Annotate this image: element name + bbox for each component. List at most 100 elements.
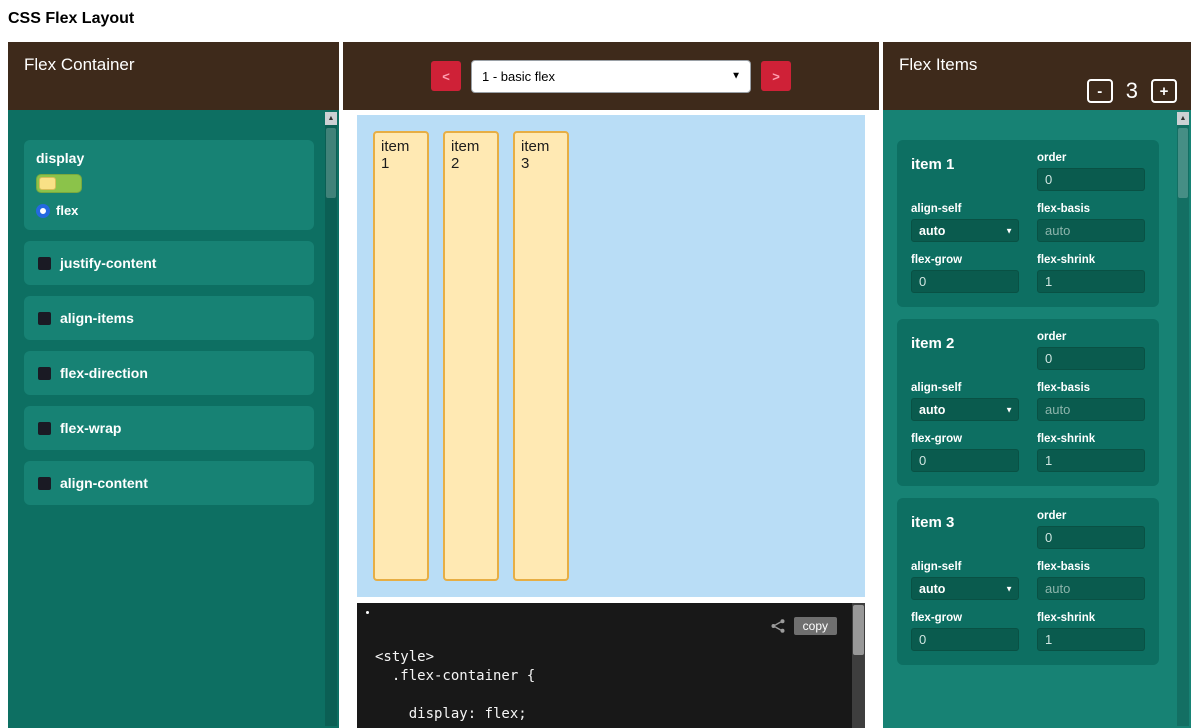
flex-shrink-field: flex-shrink (1037, 254, 1145, 293)
order-input[interactable] (1037, 526, 1145, 549)
align-self-select[interactable]: auto (911, 219, 1019, 242)
flex-shrink-label: flex-shrink (1037, 433, 1145, 445)
flex-shrink-field: flex-shrink (1037, 433, 1145, 472)
toggle-align-content[interactable]: align-content (24, 461, 314, 505)
order-label: order (1037, 331, 1145, 343)
order-field: order (1037, 331, 1145, 370)
example-select-wrap: 1 - basic flex ▼ (471, 60, 751, 93)
flex-shrink-label: flex-shrink (1037, 612, 1145, 624)
flex-basis-field: flex-basis (1037, 382, 1145, 421)
share-icon[interactable] (770, 618, 786, 634)
scroll-thumb[interactable] (853, 605, 864, 655)
display-label: display (36, 150, 302, 166)
order-label: order (1037, 510, 1145, 522)
add-item-button[interactable]: + (1151, 79, 1177, 103)
example-select[interactable]: 1 - basic flex (471, 60, 751, 93)
flex-items-panel-body: item 1 order align-self auto ▼ (883, 110, 1191, 728)
toggle-label: align-content (60, 475, 148, 491)
toggle-label: align-items (60, 310, 134, 326)
flex-basis-field: flex-basis (1037, 203, 1145, 242)
checkbox-icon[interactable] (38, 422, 51, 435)
flex-basis-input[interactable] (1037, 219, 1145, 242)
display-section: display flex (24, 140, 314, 230)
flex-container-panel-body: display flex justify-content align-items (8, 110, 339, 728)
flex-shrink-input[interactable] (1037, 628, 1145, 651)
align-self-label: align-self (911, 382, 1019, 394)
right-panel-scrollbar[interactable]: ▲ (1177, 112, 1189, 726)
toggle-align-items[interactable]: align-items (24, 296, 314, 340)
align-self-label: align-self (911, 203, 1019, 215)
flex-items-panel-header: Flex Items - 3 + (883, 42, 1191, 110)
flex-basis-input[interactable] (1037, 577, 1145, 600)
toggle-justify-content[interactable]: justify-content (24, 241, 314, 285)
flex-item: item 3 (513, 131, 569, 581)
flex-basis-input[interactable] (1037, 398, 1145, 421)
item-count-controls: - 3 + (1087, 78, 1177, 104)
prev-example-button[interactable]: < (431, 61, 461, 91)
flex-radio[interactable] (36, 204, 50, 218)
flex-grow-input[interactable] (911, 628, 1019, 651)
remove-item-button[interactable]: - (1087, 79, 1113, 103)
align-self-select[interactable]: auto (911, 398, 1019, 421)
scroll-thumb[interactable] (326, 128, 336, 198)
app-title: CSS Flex Layout (0, 0, 1199, 42)
cursor-dot (366, 611, 369, 614)
toggle-flex-wrap[interactable]: flex-wrap (24, 406, 314, 450)
example-nav-bar: < 1 - basic flex ▼ > (343, 42, 879, 110)
toggle-flex-direction[interactable]: flex-direction (24, 351, 314, 395)
left-panel-scrollbar[interactable]: ▲ (325, 112, 337, 726)
checkbox-icon[interactable] (38, 477, 51, 490)
display-toggle[interactable] (36, 174, 82, 193)
toggle-label: flex-direction (60, 365, 148, 381)
item-card-title: item 3 (911, 510, 1019, 549)
flex-grow-field: flex-grow (911, 612, 1019, 651)
flex-preview-container: item 1 item 2 item 3 (357, 115, 865, 597)
flex-shrink-input[interactable] (1037, 449, 1145, 472)
flex-radio-label: flex (56, 203, 78, 218)
order-input[interactable] (1037, 347, 1145, 370)
flex-grow-field: flex-grow (911, 254, 1019, 293)
flex-grow-input[interactable] (911, 449, 1019, 472)
checkbox-icon[interactable] (38, 312, 51, 325)
checkbox-icon[interactable] (38, 367, 51, 380)
order-field: order (1037, 510, 1145, 549)
display-flex-radio-row[interactable]: flex (36, 203, 302, 218)
flex-grow-label: flex-grow (911, 254, 1019, 266)
flex-shrink-label: flex-shrink (1037, 254, 1145, 266)
align-self-label: align-self (911, 561, 1019, 573)
scroll-up-button[interactable]: ▲ (1177, 112, 1189, 125)
flex-item: item 2 (443, 131, 499, 581)
align-self-field: align-self auto ▼ (911, 203, 1019, 242)
toggle-knob (39, 177, 56, 190)
checkbox-icon[interactable] (38, 257, 51, 270)
order-input[interactable] (1037, 168, 1145, 191)
flex-basis-label: flex-basis (1037, 382, 1145, 394)
flex-grow-label: flex-grow (911, 433, 1019, 445)
order-label: order (1037, 152, 1145, 164)
flex-items-panel-title: Flex Items (899, 55, 977, 74)
flex-items-panel: Flex Items - 3 + item 1 order align-self (883, 42, 1191, 728)
flex-container-panel: Flex Container display flex justify-cont… (8, 42, 339, 728)
toggle-label: justify-content (60, 255, 156, 271)
flex-grow-input[interactable] (911, 270, 1019, 293)
flex-grow-field: flex-grow (911, 433, 1019, 472)
main-columns: Flex Container display flex justify-cont… (8, 42, 1191, 728)
align-self-field: align-self auto ▼ (911, 382, 1019, 421)
copy-button[interactable]: copy (794, 617, 837, 635)
flex-shrink-input[interactable] (1037, 270, 1145, 293)
item-card-title: item 1 (911, 152, 1019, 191)
next-example-button[interactable]: > (761, 61, 791, 91)
align-self-select[interactable]: auto (911, 577, 1019, 600)
scroll-up-button[interactable]: ▲ (325, 112, 337, 125)
scroll-thumb[interactable] (1178, 128, 1188, 198)
code-scrollbar[interactable] (852, 603, 865, 728)
flex-item-card: item 2 order align-self auto ▼ (897, 319, 1159, 486)
flex-basis-label: flex-basis (1037, 561, 1145, 573)
flex-shrink-field: flex-shrink (1037, 612, 1145, 651)
flex-container-panel-header: Flex Container (8, 42, 339, 110)
item-count: 3 (1126, 78, 1138, 104)
flex-item-card: item 3 order align-self auto ▼ (897, 498, 1159, 665)
flex-basis-label: flex-basis (1037, 203, 1145, 215)
order-field: order (1037, 152, 1145, 191)
toggle-label: flex-wrap (60, 420, 121, 436)
